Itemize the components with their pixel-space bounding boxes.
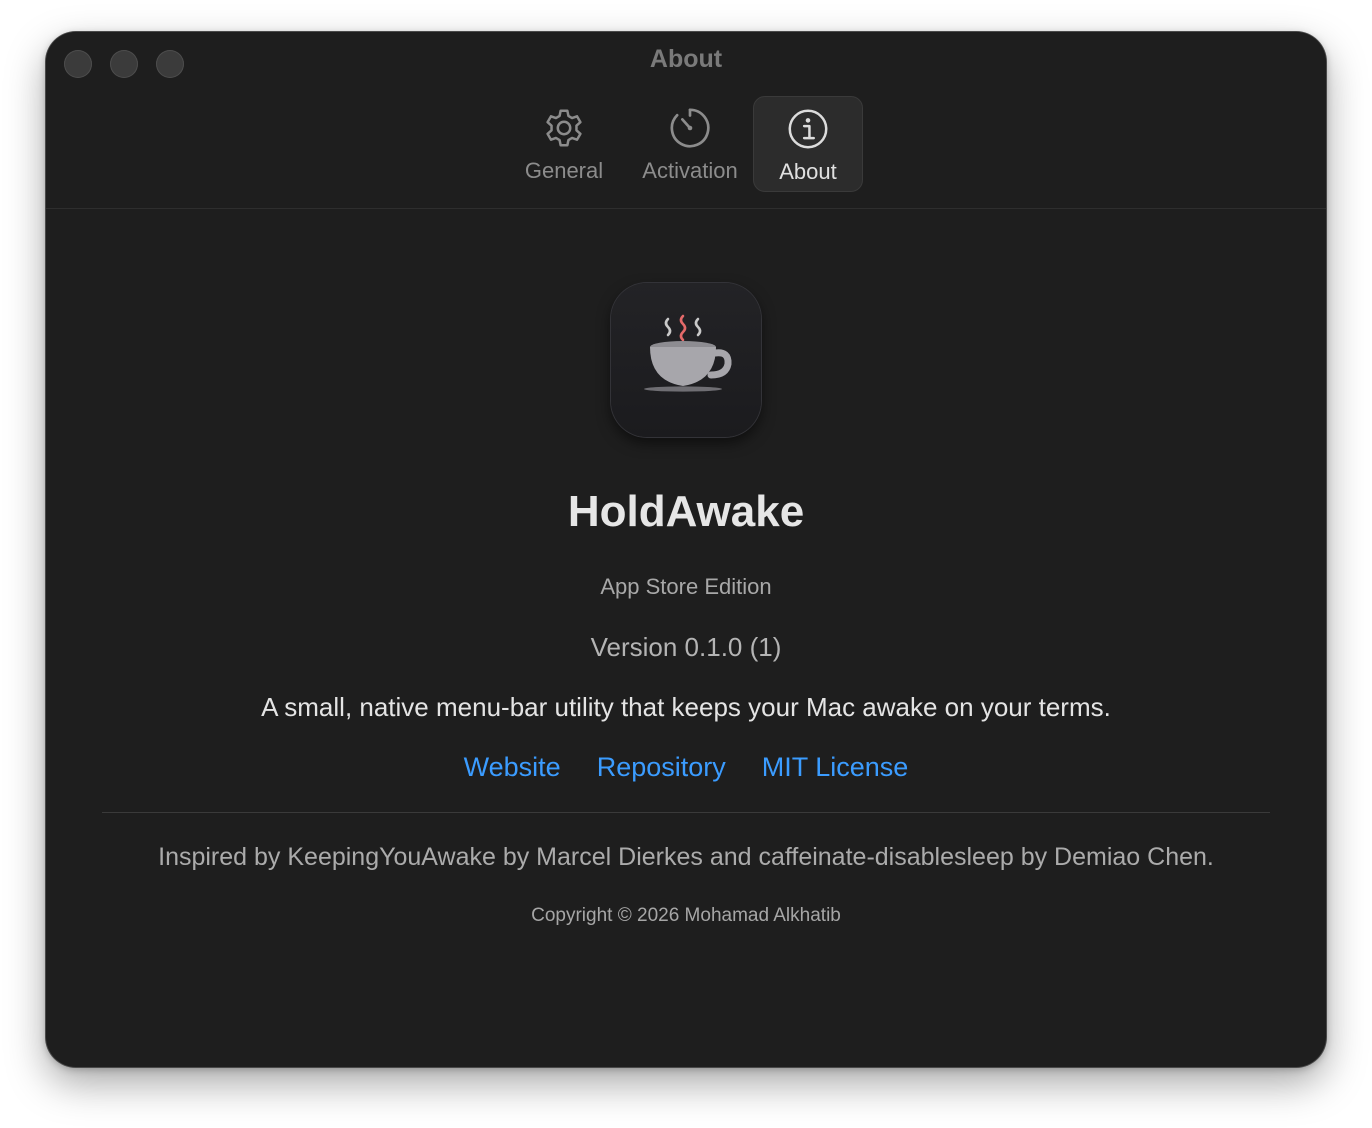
credits-text: Inspired by KeepingYouAwake by Marcel Di… <box>158 843 1214 871</box>
gear-icon <box>546 109 582 147</box>
tab-activation[interactable]: Activation <box>630 96 750 192</box>
divider <box>102 812 1270 813</box>
edition-label: App Store Edition <box>600 574 772 599</box>
repository-link[interactable]: Repository <box>597 752 726 783</box>
mit-license-link[interactable]: MIT License <box>762 752 909 783</box>
preferences-tabs: General Activation About <box>512 96 863 192</box>
title-bar-toolbar: About General Activation About <box>46 32 1326 209</box>
preferences-window: About General Activation About HoldAwake… <box>46 32 1326 1067</box>
window-title: About <box>649 45 723 73</box>
version-label: Version 0.1.0 (1) <box>590 632 782 662</box>
tab-general-label: General <box>524 158 604 183</box>
app-description: A small, native menu-bar utility that ke… <box>261 692 1111 722</box>
website-link[interactable]: Website <box>464 752 561 783</box>
info-icon <box>788 109 828 149</box>
links-row: Website Repository MIT License <box>46 752 1326 783</box>
tab-about-label: About <box>779 159 837 184</box>
app-icon <box>611 283 761 437</box>
app-name: HoldAwake <box>567 487 805 536</box>
timer-icon <box>670 108 710 148</box>
coffee-cup-icon <box>644 314 732 392</box>
tab-about[interactable]: About <box>753 96 863 192</box>
copyright-text: Copyright © 2026 Mohamad Alkhatib <box>531 905 841 926</box>
tab-general[interactable]: General <box>512 96 616 192</box>
tab-activation-label: Activation <box>642 158 738 183</box>
